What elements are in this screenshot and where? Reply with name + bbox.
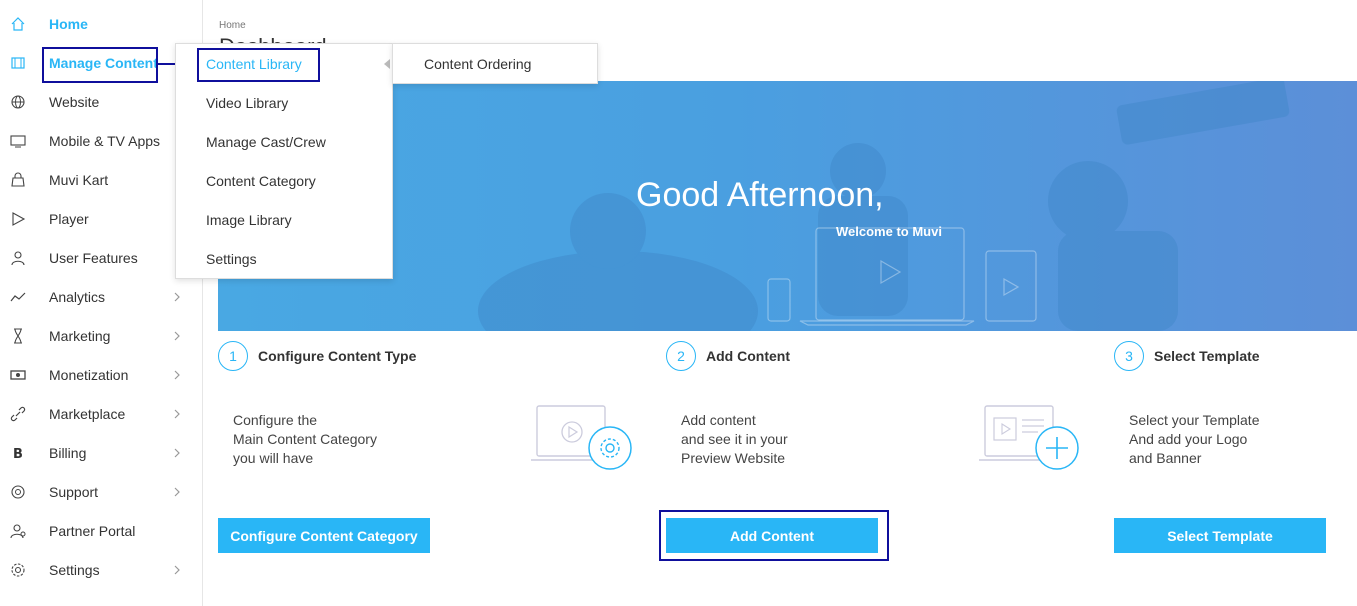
lifebuoy-icon — [10, 484, 26, 500]
sidebar-item-partner-portal[interactable]: Partner Portal — [0, 511, 202, 550]
sidebar-item-user-features[interactable]: User Features — [0, 238, 202, 277]
sidebar-item-support[interactable]: Support — [0, 472, 202, 511]
step-description-line: and see it in your — [681, 431, 788, 447]
sidebar-item-mobile-tv-apps[interactable]: Mobile & TV Apps — [0, 121, 202, 160]
sidebar-item-label: Website — [49, 93, 100, 110]
sidebar-item-home[interactable]: Home — [0, 4, 202, 43]
menu-item-settings[interactable]: Settings — [206, 251, 257, 267]
step-description-line: Preview Website — [681, 450, 786, 466]
step-title: Select Template — [1154, 348, 1260, 364]
step-title: Configure Content Type — [258, 348, 417, 364]
sidebar-item-label: User Features — [49, 249, 138, 266]
sidebar-item-label: Marketplace — [49, 405, 126, 422]
home-icon — [10, 16, 26, 32]
sidebar-item-label: Billing — [49, 444, 87, 461]
shopping-bag-icon — [10, 172, 26, 188]
sidebar-item-settings[interactable]: Settings — [0, 550, 202, 589]
sidebar-item-website[interactable]: Website — [0, 82, 202, 121]
chevron-right-icon — [172, 370, 182, 380]
sidebar-item-billing[interactable]: B Billing — [0, 433, 202, 472]
sidebar-item-player[interactable]: Player — [0, 199, 202, 238]
submenu-caret-icon — [384, 59, 390, 69]
configure-settings-illustration — [531, 405, 632, 470]
money-icon — [10, 367, 26, 383]
monitor-icon — [10, 133, 26, 149]
step-description: Add content and see it in your Preview W… — [681, 411, 788, 468]
sidebar-item-analytics[interactable]: Analytics — [0, 277, 202, 316]
chevron-right-icon — [172, 448, 182, 458]
chevron-right-icon — [172, 487, 182, 497]
manage-content-highlight — [42, 47, 158, 83]
chevron-right-icon — [172, 331, 182, 341]
content-library-highlight — [197, 48, 320, 82]
hourglass-icon — [10, 327, 26, 344]
step-description: Select your Template And add your Logo a… — [1129, 411, 1259, 468]
sidebar-item-label: Player — [49, 210, 89, 227]
sidebar-item-label: Support — [49, 483, 99, 500]
sidebar-item-marketplace[interactable]: Marketplace — [0, 394, 202, 433]
trend-line-icon — [10, 289, 26, 305]
link-icon — [10, 406, 26, 422]
menu-item-manage-cast-crew[interactable]: Manage Cast/Crew — [206, 134, 326, 150]
sidebar-item-label: Mobile & TV Apps — [49, 132, 161, 149]
content-library-submenu: Content Ordering — [392, 43, 598, 84]
step-description-line: you will have — [233, 450, 314, 466]
film-icon — [10, 55, 26, 71]
sidebar: Home Manage Content Website Mobile & TV … — [0, 0, 203, 606]
sidebar-item-muvi-kart[interactable]: Muvi Kart — [0, 160, 202, 199]
partner-icon — [10, 523, 26, 539]
hero-subtitle: Welcome to Muvi — [836, 224, 942, 239]
step-description: Configure the Main Content Category you … — [233, 411, 377, 468]
step-description-line: Add content — [681, 412, 756, 428]
step-description-line: Configure the — [233, 412, 318, 428]
step-number: 1 — [218, 341, 248, 371]
sidebar-item-label: Muvi Kart — [49, 171, 109, 188]
chevron-right-icon — [172, 565, 182, 575]
add-content-highlight — [659, 510, 889, 561]
sidebar-item-label: Partner Portal — [49, 522, 136, 539]
chevron-right-icon — [172, 292, 182, 302]
add-content-illustration — [979, 405, 1079, 470]
globe-icon — [10, 94, 26, 110]
sidebar-item-marketing[interactable]: Marketing — [0, 316, 202, 355]
breadcrumb[interactable]: Home — [219, 20, 246, 31]
step-number: 2 — [666, 341, 696, 371]
menu-item-video-library[interactable]: Video Library — [206, 95, 288, 111]
play-icon — [10, 211, 26, 227]
configure-content-category-button[interactable]: Configure Content Category — [218, 518, 430, 553]
sidebar-item-label: Settings — [49, 561, 100, 578]
sidebar-item-monetization[interactable]: Monetization — [0, 355, 202, 394]
step-number: 3 — [1114, 341, 1144, 371]
step-description-line: and Banner — [1129, 450, 1202, 466]
step-description-line: Main Content Category — [233, 431, 377, 447]
gear-icon — [10, 562, 26, 578]
menu-item-image-library[interactable]: Image Library — [206, 212, 292, 228]
chevron-right-icon — [172, 409, 182, 419]
step-title: Add Content — [706, 348, 790, 364]
user-icon — [10, 250, 26, 266]
bitcoin-icon: B — [10, 445, 26, 461]
sidebar-item-label: Monetization — [49, 366, 129, 383]
step-description-line: And add your Logo — [1129, 431, 1248, 447]
menu-item-content-ordering[interactable]: Content Ordering — [424, 56, 531, 72]
step-description-line: Select your Template — [1129, 412, 1260, 428]
sidebar-item-label: Marketing — [49, 327, 111, 344]
svg-text:B: B — [13, 447, 23, 461]
menu-item-content-category[interactable]: Content Category — [206, 173, 316, 189]
sidebar-item-label: Home — [49, 15, 88, 32]
sidebar-item-label: Analytics — [49, 288, 106, 305]
select-template-button[interactable]: Select Template — [1114, 518, 1326, 553]
